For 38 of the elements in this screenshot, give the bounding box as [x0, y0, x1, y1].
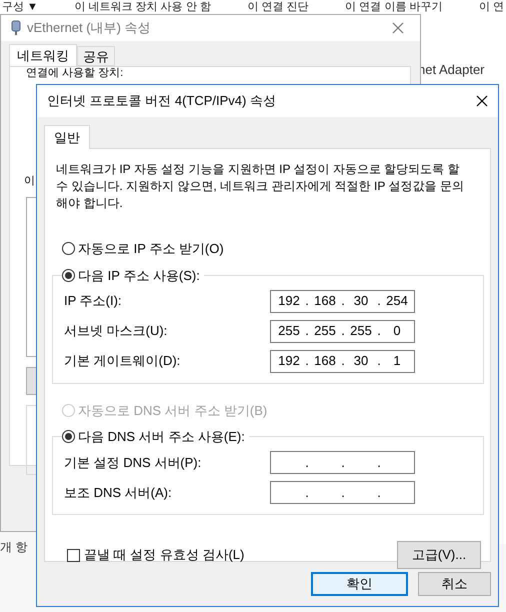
toolbar-item[interactable]: 이 연결 이름 바꾸기 — [345, 0, 442, 14]
window-title: vEthernet (내부) 속성 — [27, 19, 151, 38]
field-label: 기본 설정 DNS 서버(P): — [64, 454, 202, 472]
ip-address-field[interactable]: 255 . 255 . 255 . 0 — [270, 320, 415, 342]
ip-address-field[interactable]: 192 . 168 . 30 . 254 — [270, 290, 415, 312]
window-title: 인터넷 프로토콜 버전 4(TCP/IPv4) 속성 — [47, 92, 276, 110]
field-label: 연결에 사용할 장치: — [26, 67, 124, 80]
field-label: 보조 DNS 서버(A): — [64, 484, 173, 502]
toolbar-item[interactable]: 구성 ▼ — [2, 0, 38, 14]
ip-address-field[interactable]: 192 . 168 . 30 . 1 — [270, 350, 415, 372]
description-text: 네트워크가 IP 자동 설정 기능을 지원하면 IP 설정이 자동으로 할당되도록 할 수 있습니다. 지원하지 않으면, 네트워크 관리자에게 적절한 IP 설정값을 문의해야 합니다. — [56, 161, 465, 212]
radio-button[interactable] — [62, 242, 75, 256]
radio-label: 자동으로 IP 주소 받기(O) — [78, 240, 224, 258]
radio-button[interactable] — [62, 268, 75, 282]
field-label: 기본 게이트웨이(D): — [64, 352, 182, 370]
toolbar-item[interactable]: 이 연 — [478, 0, 504, 14]
field-label: 이 — [24, 175, 35, 188]
network-plug-icon — [11, 20, 21, 36]
toolbar-item[interactable]: 이 네트워크 장치 사용 안 함 — [74, 0, 211, 14]
radio-label: 다음 DNS 서버 주소 사용(E): — [78, 428, 245, 446]
radio-button[interactable] — [62, 430, 75, 444]
ok-button[interactable]: 확인 — [311, 572, 408, 596]
checkbox-label: 끝낼 때 설정 유효성 검사(L) — [84, 546, 244, 564]
field-label: 서브넷 마스크(U): — [64, 322, 168, 340]
checkbox[interactable] — [67, 548, 80, 562]
cancel-button[interactable]: 취소 — [418, 572, 491, 596]
tab[interactable]: 네트워킹 — [9, 44, 77, 66]
ip-address-field[interactable]: . . . — [270, 481, 415, 504]
status-text: 개 항 — [0, 539, 28, 556]
tab[interactable]: 공유 — [77, 46, 115, 66]
ip-address-field[interactable]: . . . — [270, 451, 415, 474]
radio-label: 자동으로 DNS 서버 주소 받기(B) — [78, 402, 268, 420]
close-icon[interactable] — [476, 95, 488, 107]
field-label: IP 주소(I): — [64, 292, 123, 310]
tab[interactable]: 일반 — [44, 125, 90, 149]
radio-label: 다음 IP 주소 사용(S): — [78, 266, 200, 285]
advanced-button[interactable]: 고급(V)... — [397, 541, 481, 569]
toolbar-item[interactable]: 이 연결 진단 — [247, 0, 309, 14]
